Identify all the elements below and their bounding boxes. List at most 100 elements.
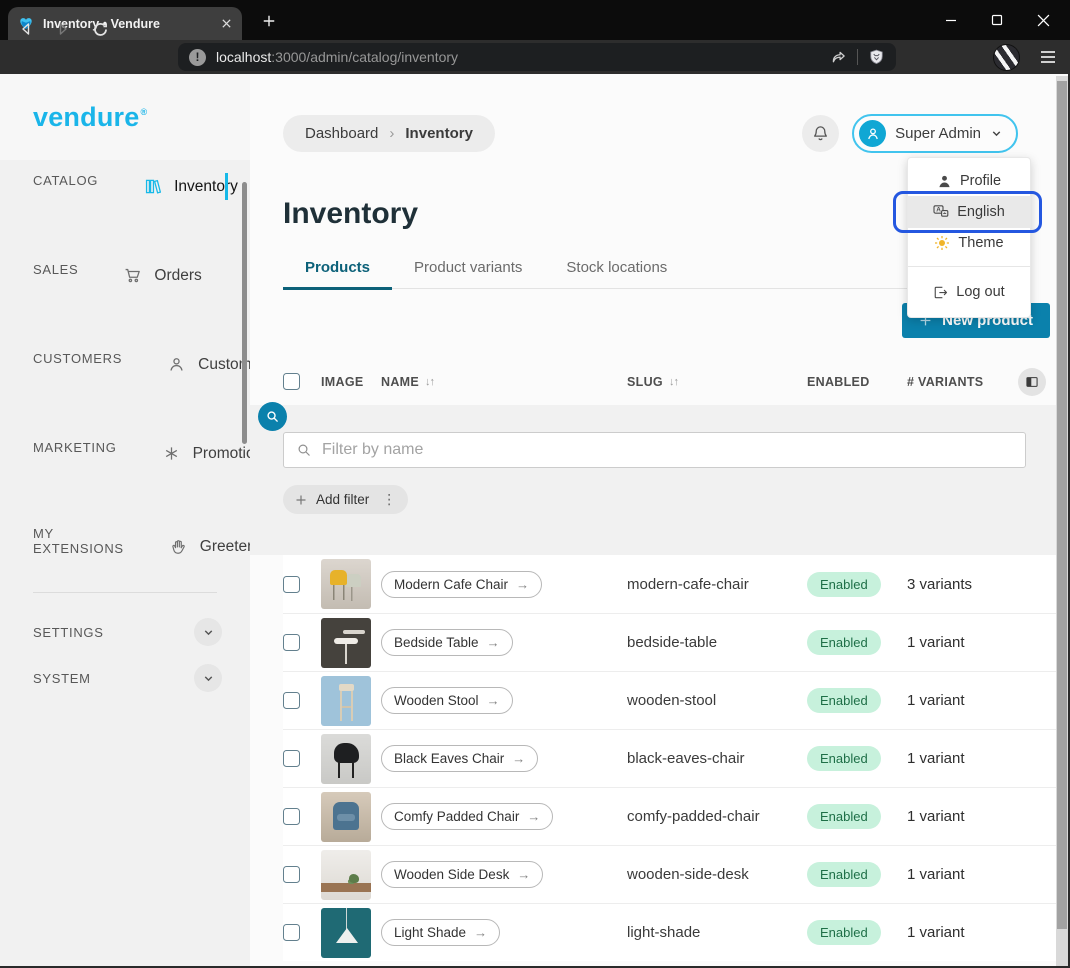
browser-profile-avatar[interactable] [993, 44, 1020, 71]
arrow-right-icon: → [487, 635, 500, 650]
product-thumbnail [321, 792, 371, 842]
tab-products[interactable]: Products [283, 259, 392, 288]
table-row[interactable]: Wooden Side Desk → wooden-side-desk Enab… [283, 845, 1056, 903]
table-header: IMAGE NAME↓↑ SLUG↓↑ ENABLED # VARIANTS [283, 358, 1056, 405]
product-name-chip[interactable]: Modern Cafe Chair → [381, 571, 542, 598]
sidebar-item-customers[interactable]: Customers [135, 348, 250, 381]
product-thumbnail [321, 908, 371, 958]
product-name-chip[interactable]: Bedside Table → [381, 629, 513, 656]
filter-panel: Add filter ⋮ [250, 405, 1056, 555]
arrow-right-icon: → [474, 925, 487, 940]
product-slug: bedside-table [627, 634, 807, 651]
product-name-chip[interactable]: Comfy Padded Chair → [381, 803, 553, 830]
sidebar-item-orders[interactable]: Orders [91, 259, 201, 292]
kebab-menu-icon[interactable]: ⋮ [378, 491, 400, 508]
sidebar-item-inventory[interactable]: Inventory [111, 170, 238, 203]
filter-input-wrapper[interactable] [283, 432, 1026, 468]
add-filter-button[interactable]: Add filter ⋮ [283, 485, 408, 514]
column-header-image: IMAGE [321, 375, 381, 389]
breadcrumb-dashboard[interactable]: Dashboard [305, 125, 378, 142]
new-tab-button[interactable] [256, 10, 282, 32]
row-checkbox[interactable] [283, 634, 300, 651]
menu-item-theme[interactable]: Theme [908, 228, 1030, 258]
sidebar-section-settings[interactable]: SETTINGS [0, 617, 250, 647]
forward-icon[interactable] [51, 17, 75, 41]
select-all-checkbox[interactable] [283, 373, 300, 390]
product-slug: modern-cafe-chair [627, 576, 807, 593]
row-checkbox[interactable] [283, 924, 300, 941]
translate-icon: A [933, 204, 949, 220]
person-icon [937, 174, 952, 189]
sidebar-item-greeter[interactable]: Greeter [137, 531, 250, 564]
scrollbar-thumb[interactable] [1057, 81, 1067, 929]
row-checkbox[interactable] [283, 692, 300, 709]
search-icon [265, 409, 280, 424]
row-checkbox[interactable] [283, 576, 300, 593]
search-button[interactable] [258, 402, 287, 431]
sort-icon[interactable]: ↓↑ [669, 376, 678, 388]
column-header-name[interactable]: NAME↓↑ [381, 375, 627, 389]
tab-close-icon[interactable] [221, 18, 232, 29]
row-checkbox[interactable] [283, 808, 300, 825]
reload-icon[interactable] [88, 17, 112, 41]
table-row[interactable]: Light Shade → light-shade Enabled 1 vari… [283, 903, 1056, 961]
chevron-down-icon[interactable] [194, 664, 222, 692]
toolbar-separator [857, 49, 858, 65]
window-close-icon[interactable] [1020, 0, 1066, 40]
tab-product-variants[interactable]: Product variants [392, 259, 544, 288]
row-checkbox[interactable] [283, 866, 300, 883]
sidebar-scrollbar[interactable] [242, 182, 247, 444]
table-row[interactable]: Wooden Stool → wooden-stool Enabled 1 va… [283, 671, 1056, 729]
sort-icon[interactable]: ↓↑ [425, 376, 434, 388]
product-name-chip-label: Wooden Stool [394, 693, 479, 708]
share-icon[interactable] [830, 49, 847, 66]
product-name-chip[interactable]: Wooden Side Desk → [381, 861, 543, 888]
product-name-chip[interactable]: Black Eaves Chair → [381, 745, 538, 772]
site-info-icon[interactable]: ! [189, 49, 206, 66]
browser-toolbar: ! localhost:3000/admin/catalog/inventory [0, 40, 1070, 74]
filter-by-name-input[interactable] [322, 441, 1013, 459]
product-rows: Modern Cafe Chair → modern-cafe-chair En… [283, 555, 1056, 961]
user-menu-button[interactable]: Super Admin [852, 114, 1018, 153]
row-checkbox[interactable] [283, 750, 300, 767]
vendure-admin-app: vendure® CATALOG Inventory Facets Co [0, 74, 1070, 968]
window-maximize-icon[interactable] [974, 0, 1020, 40]
svg-text:A: A [936, 207, 941, 214]
browser-nav-buttons [14, 17, 112, 41]
breadcrumb[interactable]: Dashboard › Inventory [283, 115, 495, 152]
cart-icon [124, 267, 141, 284]
table-row[interactable]: Black Eaves Chair → black-eaves-chair En… [283, 729, 1056, 787]
menu-item-profile[interactable]: Profile [908, 166, 1030, 196]
tab-stock-locations[interactable]: Stock locations [544, 259, 689, 288]
brave-shield-icon[interactable] [868, 48, 885, 66]
vendure-logo[interactable]: vendure® [0, 74, 250, 160]
column-settings-button[interactable] [1018, 368, 1046, 396]
product-name-chip-label: Comfy Padded Chair [394, 809, 519, 824]
table-row[interactable]: Comfy Padded Chair → comfy-padded-chair … [283, 787, 1056, 845]
sidebar-section-system[interactable]: SYSTEM [0, 663, 250, 693]
url-bar[interactable]: ! localhost:3000/admin/catalog/inventory [178, 43, 896, 71]
main-content: Dashboard › Inventory Super Admin [250, 74, 1056, 968]
user-icon [168, 356, 185, 373]
page-scrollbar[interactable] [1056, 76, 1068, 966]
columns-icon [1025, 375, 1039, 389]
sidebar-item-promotions[interactable]: Promotions [130, 437, 250, 470]
browser-menu-icon[interactable] [1040, 50, 1056, 64]
back-icon[interactable] [14, 17, 38, 41]
status-badge: Enabled [807, 688, 881, 713]
breadcrumb-current: Inventory [405, 125, 473, 142]
chevron-down-icon[interactable] [194, 618, 222, 646]
product-thumbnail [321, 618, 371, 668]
product-name-chip[interactable]: Light Shade → [381, 919, 500, 946]
column-header-slug[interactable]: SLUG↓↑ [627, 375, 807, 389]
product-name-chip[interactable]: Wooden Stool → [381, 687, 513, 714]
column-header-variants: # VARIANTS [907, 375, 1004, 389]
status-badge: Enabled [807, 862, 881, 887]
product-variants: 1 variant [907, 866, 1004, 883]
table-row[interactable]: Bedside Table → bedside-table Enabled 1 … [283, 613, 1056, 671]
window-minimize-icon[interactable] [928, 0, 974, 40]
menu-item-logout[interactable]: Log out [908, 277, 1030, 307]
menu-item-language[interactable]: A English [908, 196, 1030, 228]
table-row[interactable]: Modern Cafe Chair → modern-cafe-chair En… [283, 555, 1056, 613]
notifications-button[interactable] [802, 115, 839, 152]
